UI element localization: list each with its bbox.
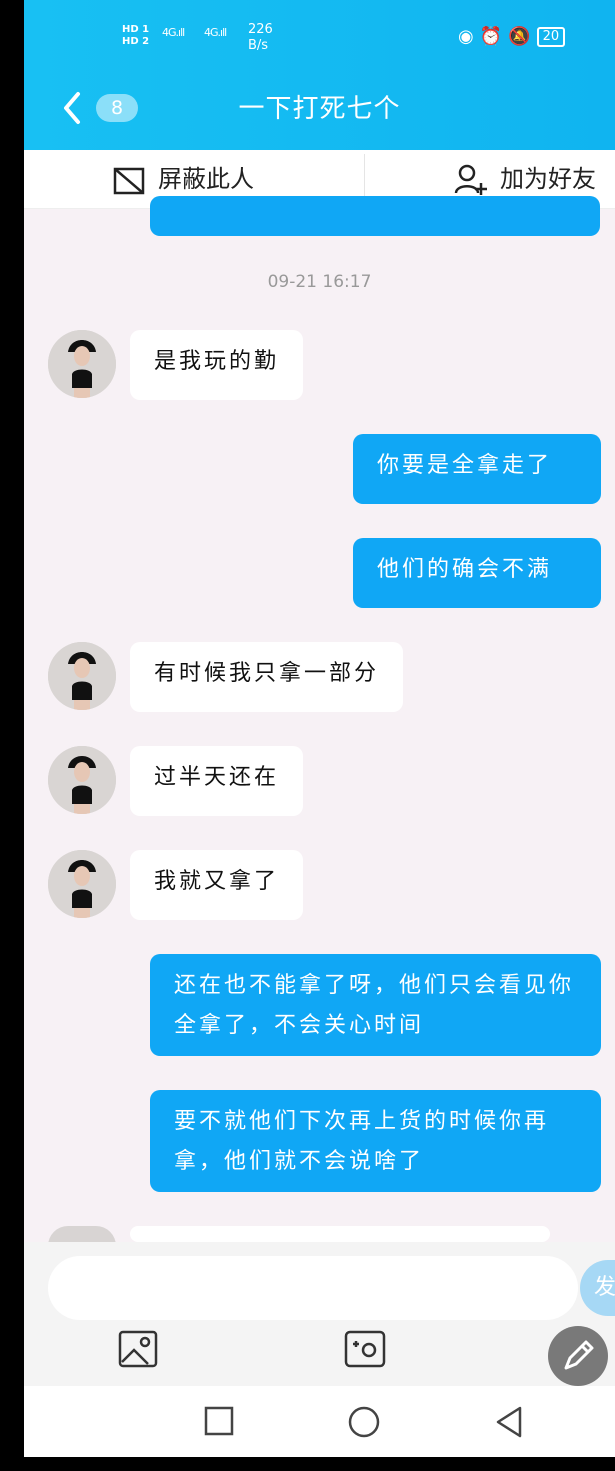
message-bubble[interactable]: 我就又拿了 [130, 850, 304, 920]
message-bubble[interactable]: 还在也不能拿了呀，他们只会看见你全拿了，不会关心时间 [150, 954, 601, 1056]
avatar[interactable] [48, 642, 116, 710]
avatar-image [48, 850, 116, 918]
message-bubble[interactable]: 有时候我只拿一部分 [130, 642, 404, 712]
avatar-image [48, 642, 116, 710]
message-input[interactable] [48, 1256, 578, 1320]
system-nav-bar [24, 1386, 615, 1457]
block-user-label: 屏蔽此人 [158, 165, 254, 193]
signal-1-icon: 4G.ıll [162, 26, 185, 39]
message-bubble-cut[interactable] [130, 1226, 550, 1242]
avatar[interactable] [48, 746, 116, 814]
chat-screen: HD 1 HD 2 4G.ıll 4G.ıll 226 B/s ◉⏰🔕 20 8 … [24, 0, 615, 1457]
add-user-icon [454, 164, 487, 195]
status-bar: HD 1 HD 2 4G.ıll 4G.ıll 226 B/s ◉⏰🔕 20 [24, 18, 615, 58]
message-timestamp: 09-21 16:17 [267, 272, 372, 292]
pencil-icon [564, 1340, 594, 1370]
network-speed: 226 B/s [248, 22, 273, 53]
send-button[interactable]: 发 [580, 1260, 615, 1316]
edit-floating-button[interactable] [548, 1326, 608, 1386]
alarm-icon: ⏰ [479, 26, 509, 47]
message-bubble[interactable]: 是我玩的勤 [130, 330, 304, 400]
eye-icon: ◉ [458, 26, 480, 47]
image-icon[interactable] [118, 1330, 158, 1368]
message-bubble[interactable]: 要不就他们下次再上货的时候你再拿，他们就不会说啥了 [150, 1090, 601, 1192]
back-nav-icon[interactable] [494, 1406, 524, 1438]
mute-icon: 🔕 [508, 26, 537, 47]
message-bubble[interactable]: 你要是全拿走了 [353, 434, 601, 504]
battery-icon: 20 [536, 27, 566, 47]
network-indicator: HD 1 HD 2 [122, 24, 149, 48]
avatar-image [48, 746, 116, 814]
camera-icon[interactable] [344, 1330, 386, 1368]
block-icon [113, 167, 145, 195]
chat-title: 一下打死七个 [238, 94, 401, 124]
message-bubble[interactable]: 他们的确会不满 [353, 538, 601, 608]
add-friend-button[interactable]: 加为好友 [454, 160, 596, 198]
home-icon[interactable] [348, 1406, 380, 1438]
recent-apps-icon[interactable] [204, 1406, 234, 1436]
avatar[interactable] [48, 330, 116, 398]
message-bubble[interactable]: 过半天还在 [130, 746, 304, 816]
avatar-image [48, 330, 116, 398]
network-label-2: HD 2 [122, 36, 150, 47]
avatar[interactable] [48, 850, 116, 918]
block-user-button[interactable]: 屏蔽此人 [112, 160, 254, 198]
add-friend-label: 加为好友 [500, 165, 596, 193]
signal-2-icon: 4G.ıll [204, 26, 227, 39]
header-bar: HD 1 HD 2 4G.ıll 4G.ıll 226 B/s ◉⏰🔕 20 8 … [24, 0, 615, 150]
message-bubble-cut[interactable] [150, 196, 600, 236]
status-icons: ◉⏰🔕 20 [458, 26, 566, 47]
network-label-1: HD 1 [122, 24, 150, 35]
